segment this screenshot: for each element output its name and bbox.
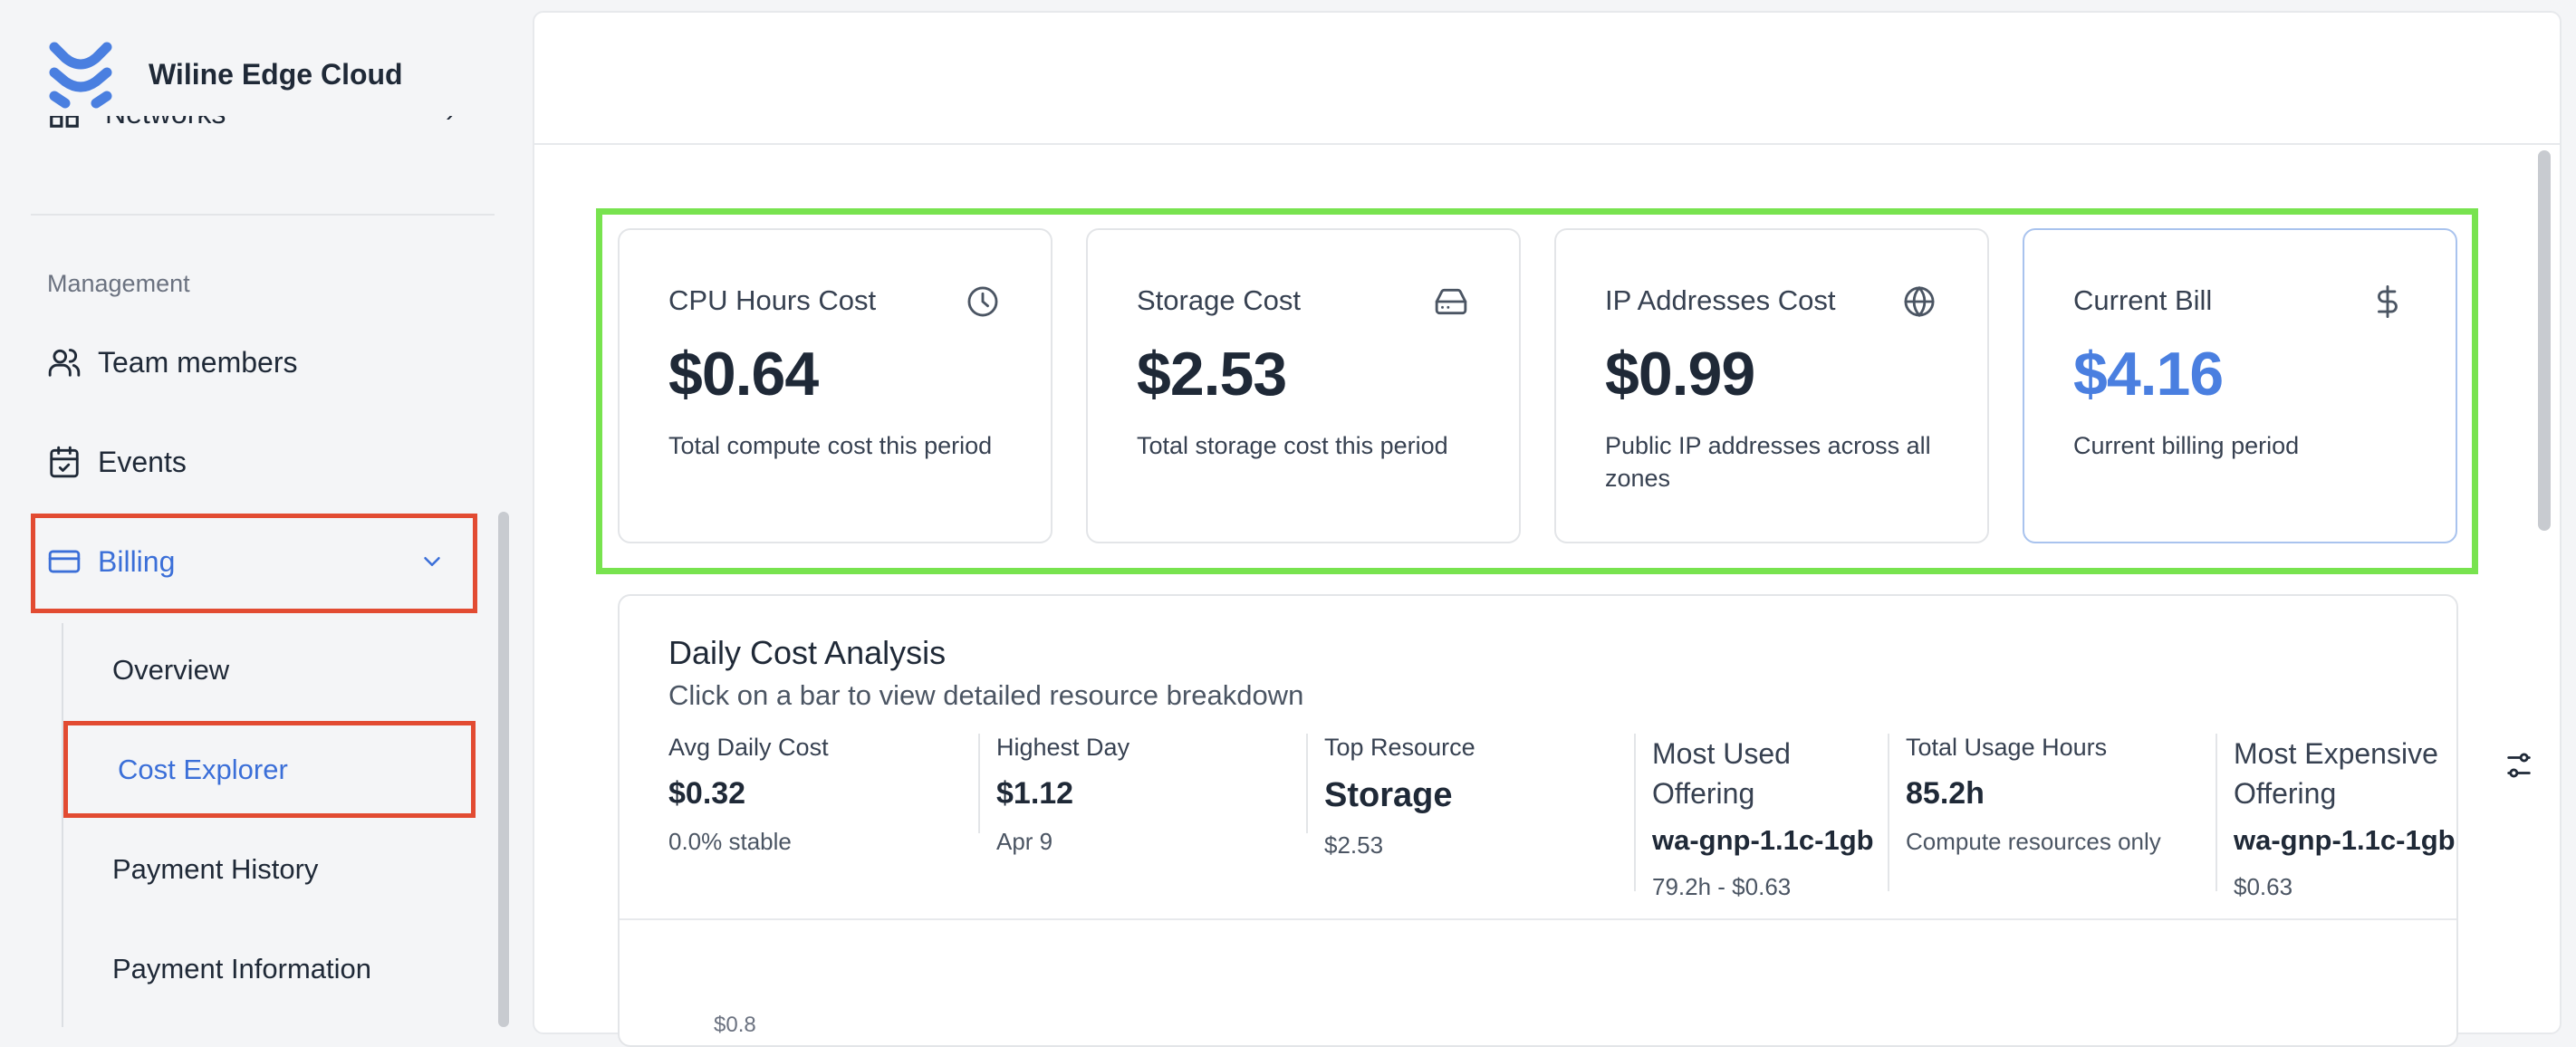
- chevron-right-icon: ›: [446, 116, 455, 129]
- calendar-check-icon: [50, 446, 79, 478]
- sidebar-section-title: Management: [47, 270, 190, 297]
- ip-addresses-cost-card: IP Addresses Cost $0.99 Public IP addres…: [1554, 228, 1989, 543]
- metric-sub: 79.2h - $0.63: [1652, 873, 1792, 900]
- metric-label: Most Used Offering: [1652, 737, 1791, 810]
- sidebar-subitem-payment-history[interactable]: Payment History: [112, 853, 318, 886]
- hard-drive-icon: [1435, 288, 1467, 315]
- card-description: Total compute cost this period: [668, 432, 993, 459]
- current-bill-card: Current Bill $4.16 Current billing perio…: [2023, 228, 2457, 543]
- submenu-guide-line: [62, 623, 63, 1027]
- metric-separator: [1306, 734, 1308, 833]
- sidebar-subitem-overview[interactable]: Overview: [112, 654, 229, 687]
- metric-value: $0.32: [668, 776, 746, 811]
- metric-value: $1.12: [996, 776, 1074, 811]
- sidebar-subitem-payment-information[interactable]: Payment Information: [112, 953, 371, 985]
- metric-most-expensive-offering: Most Expensive Offering wa-gnp-1.1c-1gb …: [2234, 734, 2469, 901]
- globe-icon: [1904, 285, 1935, 318]
- metric-sub: Compute resources only: [1906, 828, 2161, 855]
- sidebar-item-team-members[interactable]: Team members: [47, 331, 455, 394]
- metric-avg-daily-cost: Avg Daily Cost $0.32 0.0% stable: [668, 734, 940, 856]
- metric-label: Highest Day: [996, 734, 1130, 761]
- sidebar-divider: [31, 214, 495, 216]
- cost-explorer-highlight-box: [63, 721, 476, 818]
- cpu-hours-cost-card: CPU Hours Cost $0.64 Total compute cost …: [618, 228, 1053, 543]
- metric-sub: $2.53: [1324, 831, 1384, 859]
- card-description: Public IP addresses across all zones: [1605, 432, 1931, 492]
- metric-value: wa-gnp-1.1c-1gb: [2234, 824, 2456, 856]
- metric-sub: Apr 9: [996, 828, 1053, 855]
- card-value: $4.16: [2073, 340, 2224, 408]
- card-title: Current Bill: [2073, 284, 2213, 316]
- metric-value: wa-gnp-1.1c-1gb: [1652, 824, 1874, 856]
- dollar-icon: [2378, 284, 2398, 319]
- sidebar-item-label: Team members: [98, 345, 298, 379]
- analysis-divider: [620, 918, 2456, 920]
- metric-separator: [1888, 734, 1889, 891]
- metric-value: 85.2h: [1906, 776, 1985, 811]
- users-icon: [48, 349, 81, 377]
- metric-most-used-offering: Most Used Offering wa-gnp-1.1c-1gb 79.2h…: [1652, 734, 1888, 901]
- card-title: Storage Cost: [1137, 284, 1301, 316]
- metric-label: Top Resource: [1324, 734, 1475, 761]
- clock-icon: [967, 286, 998, 317]
- grid-icon: [50, 116, 79, 128]
- metric-value: Storage: [1324, 776, 1453, 814]
- card-value: $0.99: [1605, 340, 1755, 408]
- metric-label: Avg Daily Cost: [668, 734, 829, 761]
- billing-highlight-box: [31, 514, 477, 613]
- storage-cost-card: Storage Cost $2.53 Total storage cost th…: [1086, 228, 1521, 543]
- metric-top-resource: Top Resource Storage $2.53: [1324, 734, 1614, 860]
- daily-cost-analysis-panel: Daily Cost Analysis Click on a bar to vi…: [618, 594, 2458, 1047]
- analysis-title: Daily Cost Analysis: [668, 634, 947, 671]
- card-description: Total storage cost this period: [1137, 432, 1448, 459]
- card-value: $0.64: [668, 340, 819, 408]
- brand[interactable]: Wiline Edge Cloud: [47, 38, 403, 110]
- main-header: [534, 13, 2560, 145]
- metric-sub: $0.63: [2234, 873, 2293, 900]
- sidebar-item-label: Networks: [105, 116, 226, 130]
- wiline-logo-icon: [49, 42, 112, 109]
- sliders-icon[interactable]: [2504, 750, 2534, 781]
- card-title: CPU Hours Cost: [668, 284, 877, 316]
- card-title: IP Addresses Cost: [1605, 284, 1836, 316]
- metric-label: Most Expensive Offering: [2234, 737, 2438, 810]
- metric-sub: 0.0% stable: [668, 828, 792, 855]
- analysis-subtitle: Click on a bar to view detailed resource…: [668, 679, 1304, 711]
- metric-separator: [978, 734, 980, 833]
- sidebar-item-networks[interactable]: Networks ›: [47, 116, 455, 143]
- sidebar-scrollbar[interactable]: [498, 512, 509, 1027]
- metric-label: Total Usage Hours: [1906, 734, 2108, 761]
- metric-highest-day: Highest Day $1.12 Apr 9: [996, 734, 1286, 856]
- sidebar: Wiline Edge Cloud Networks › Management …: [0, 0, 509, 1027]
- card-description: Current billing period: [2073, 432, 2300, 459]
- metric-separator: [2216, 734, 2217, 891]
- card-value: $2.53: [1137, 340, 1287, 408]
- metric-total-usage-hours: Total Usage Hours 85.2h Compute resource…: [1906, 734, 2205, 856]
- sidebar-item-label: Events: [98, 445, 187, 478]
- main-scrollbar[interactable]: [2538, 150, 2551, 531]
- sidebar-item-events[interactable]: Events: [47, 430, 455, 494]
- chart-y-tick-label: $0.8: [714, 1013, 756, 1037]
- brand-name: Wiline Edge Cloud: [149, 57, 403, 91]
- metric-separator: [1634, 734, 1636, 891]
